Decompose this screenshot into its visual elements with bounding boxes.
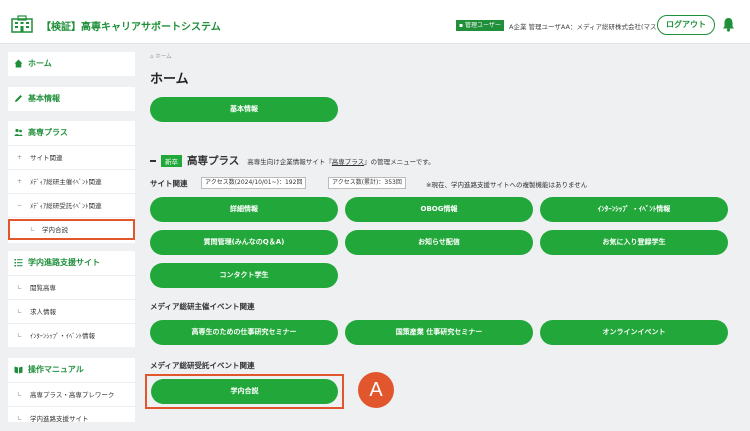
- notification-button[interactable]: お知らせ配信: [345, 230, 533, 255]
- plus-icon: +: [17, 178, 23, 185]
- sidebar-section-kosen-plus[interactable]: 高専プラス: [8, 121, 135, 145]
- sidebar-item-label: 求人情報: [30, 308, 56, 316]
- list-icon: [14, 259, 23, 267]
- main-content: ⌂ ホーム ホーム 基本情報 新卒 高専プラス 高専生向け企業情報サイト『高専プラス…: [143, 44, 750, 422]
- sidebar-career-card: 学内進路支援サイト ∟ 閲覧高専 ∟ 求人情報 ∟ ｲﾝﾀｰﾝｼｯﾌﾟ・ｲﾍﾞﾝﾄ情報: [8, 251, 135, 347]
- corner-arrow-icon: ∟: [17, 308, 23, 315]
- sidebar-kosen-plus-title: 高専プラス: [28, 128, 68, 137]
- access-count-total: アクセス数(累計)：353回: [328, 177, 406, 189]
- access-count-period: アクセス数(2024/10/01~)：192回: [201, 177, 307, 189]
- consigned-events-label: メディア総研受託イベント関連: [150, 361, 255, 370]
- copy-function-note: ※現在、学内進路支援サイトへの複製機能はありません: [426, 181, 588, 189]
- internship-event-button[interactable]: ｲﾝﾀｰﾝｼｯﾌﾟ ・ｲﾍﾞﾝﾄ情報: [540, 197, 728, 222]
- callout-marker: A: [358, 372, 394, 408]
- app-title[interactable]: 【検証】高専キャリアサポートシステム: [41, 18, 221, 33]
- new-grad-badge: 新卒: [161, 154, 182, 167]
- qa-management-button[interactable]: 質問管理(みんなのQ＆A): [150, 230, 338, 255]
- national-industry-seminar-button[interactable]: 国策産業 仕事研究セミナー: [345, 320, 533, 345]
- sidebar-home-card: ホーム: [8, 52, 135, 76]
- section-description: 高専生向け企業情報サイト『高専プラス』の管理メニューです。: [247, 156, 434, 166]
- building-logo-icon: [11, 15, 33, 33]
- favorite-students-button[interactable]: お気に入り登録学生: [540, 230, 728, 255]
- obog-info-button[interactable]: OBOG情報: [345, 197, 533, 222]
- corner-arrow-icon: ∟: [17, 284, 23, 291]
- sidebar-section-career-site[interactable]: 学内進路支援サイト: [8, 251, 135, 275]
- section-title: 高専プラス: [187, 155, 240, 167]
- collapse-icon[interactable]: [150, 159, 156, 162]
- book-icon: [14, 366, 23, 374]
- hosted-events-label: メディア総研主催イベント関連: [150, 302, 255, 311]
- sidebar-item-label: ｲﾝﾀｰﾝｼｯﾌﾟ・ｲﾍﾞﾝﾄ情報: [30, 332, 95, 340]
- sidebar-item-site[interactable]: + サイト関連: [8, 145, 135, 169]
- sidebar-item-hosted-events[interactable]: + ﾒﾃﾞｨｱ総研主催ｲﾍﾞﾝﾄ関連: [8, 169, 135, 193]
- sidebar-item-viewed-schools[interactable]: ∟ 閲覧高専: [8, 275, 135, 299]
- sidebar-item-home[interactable]: ホーム: [8, 52, 135, 76]
- sidebar-item-label: 高専プラス・高専プレワーク: [30, 391, 115, 399]
- role-badge: ▪ 管理ユーザー: [456, 20, 504, 31]
- user-name: A企業 管理ユーザAA：メディア総研株式会社(マスタ): [509, 23, 666, 31]
- sidebar-basic-card: 基本情報: [8, 87, 135, 111]
- contact-students-button[interactable]: コンタクト学生: [150, 263, 338, 288]
- sidebar-item-label: サイト関連: [30, 154, 63, 162]
- home-icon: [14, 59, 23, 68]
- section-description-prefix: 高専生向け企業情報サイト『: [247, 157, 332, 166]
- sidebar-item-manual-career[interactable]: ∟ 学内進路支援サイト: [8, 406, 135, 430]
- section-header: 新卒 高専プラス 高専生向け企業情報サイト『高専プラス』の管理メニューです。: [150, 150, 435, 167]
- corner-arrow-icon: ∟: [17, 332, 23, 339]
- sidebar-item-manual-kosen[interactable]: ∟ 高専プラス・高専プレワーク: [8, 382, 135, 406]
- sidebar-section-manual[interactable]: 操作マニュアル: [8, 358, 135, 382]
- kosen-plus-link[interactable]: 高専プラス: [332, 158, 364, 166]
- pencil-icon: [15, 95, 22, 102]
- sidebar-item-label: 閲覧高専: [30, 284, 56, 292]
- sidebar-home-label: ホーム: [28, 59, 52, 68]
- top-header: 【検証】高専キャリアサポートシステム ▪ 管理ユーザー A企業 管理ユーザAA：…: [0, 0, 750, 44]
- online-event-button[interactable]: オンラインイベント: [540, 320, 728, 345]
- sidebar-manual-title: 操作マニュアル: [28, 365, 84, 374]
- sidebar-basic-label: 基本情報: [28, 94, 60, 103]
- sidebar-item-internship-info[interactable]: ∟ ｲﾝﾀｰﾝｼｯﾌﾟ・ｲﾍﾞﾝﾄ情報: [8, 323, 135, 347]
- sidebar-career-title: 学内進路支援サイト: [28, 258, 100, 267]
- corner-arrow-icon: ∟: [17, 391, 23, 398]
- sidebar-item-consigned-events[interactable]: − ﾒﾃﾞｨｱ総研受託ｲﾍﾞﾝﾄ関連: [8, 193, 135, 217]
- section-description-suffix: 』の管理メニューです。: [364, 157, 435, 166]
- corner-arrow-icon: ∟: [17, 415, 23, 422]
- sidebar-item-job-info[interactable]: ∟ 求人情報: [8, 299, 135, 323]
- bell-icon[interactable]: [722, 17, 735, 32]
- sidebar-item-label: ﾒﾃﾞｨｱ総研受託ｲﾍﾞﾝﾄ関連: [30, 202, 102, 210]
- breadcrumb: ⌂ ホーム: [150, 52, 172, 60]
- campus-fair-button[interactable]: 学内合説: [151, 379, 338, 404]
- sidebar-highlight-box: [8, 219, 135, 240]
- minus-icon: −: [17, 202, 23, 209]
- page-title: ホーム: [150, 72, 189, 87]
- breadcrumb-home[interactable]: ホーム: [155, 54, 171, 60]
- sidebar-item-basic-info[interactable]: 基本情報: [8, 87, 135, 111]
- people-icon: [14, 128, 23, 136]
- sidebar-manual-card: 操作マニュアル ∟ 高専プラス・高専プレワーク ∟ 学内進路支援サイト: [8, 358, 135, 423]
- job-seminar-button[interactable]: 高専生のための仕事研究セミナー: [150, 320, 338, 345]
- role-badge-label: 管理ユーザー: [464, 22, 501, 29]
- site-related-label: サイト関連: [150, 179, 188, 188]
- logout-button[interactable]: ログアウト: [657, 15, 715, 35]
- sidebar-item-label: ﾒﾃﾞｨｱ総研主催ｲﾍﾞﾝﾄ関連: [30, 178, 102, 186]
- details-button[interactable]: 詳細情報: [150, 197, 338, 222]
- plus-icon: +: [17, 154, 23, 161]
- basic-info-button[interactable]: 基本情報: [150, 97, 338, 122]
